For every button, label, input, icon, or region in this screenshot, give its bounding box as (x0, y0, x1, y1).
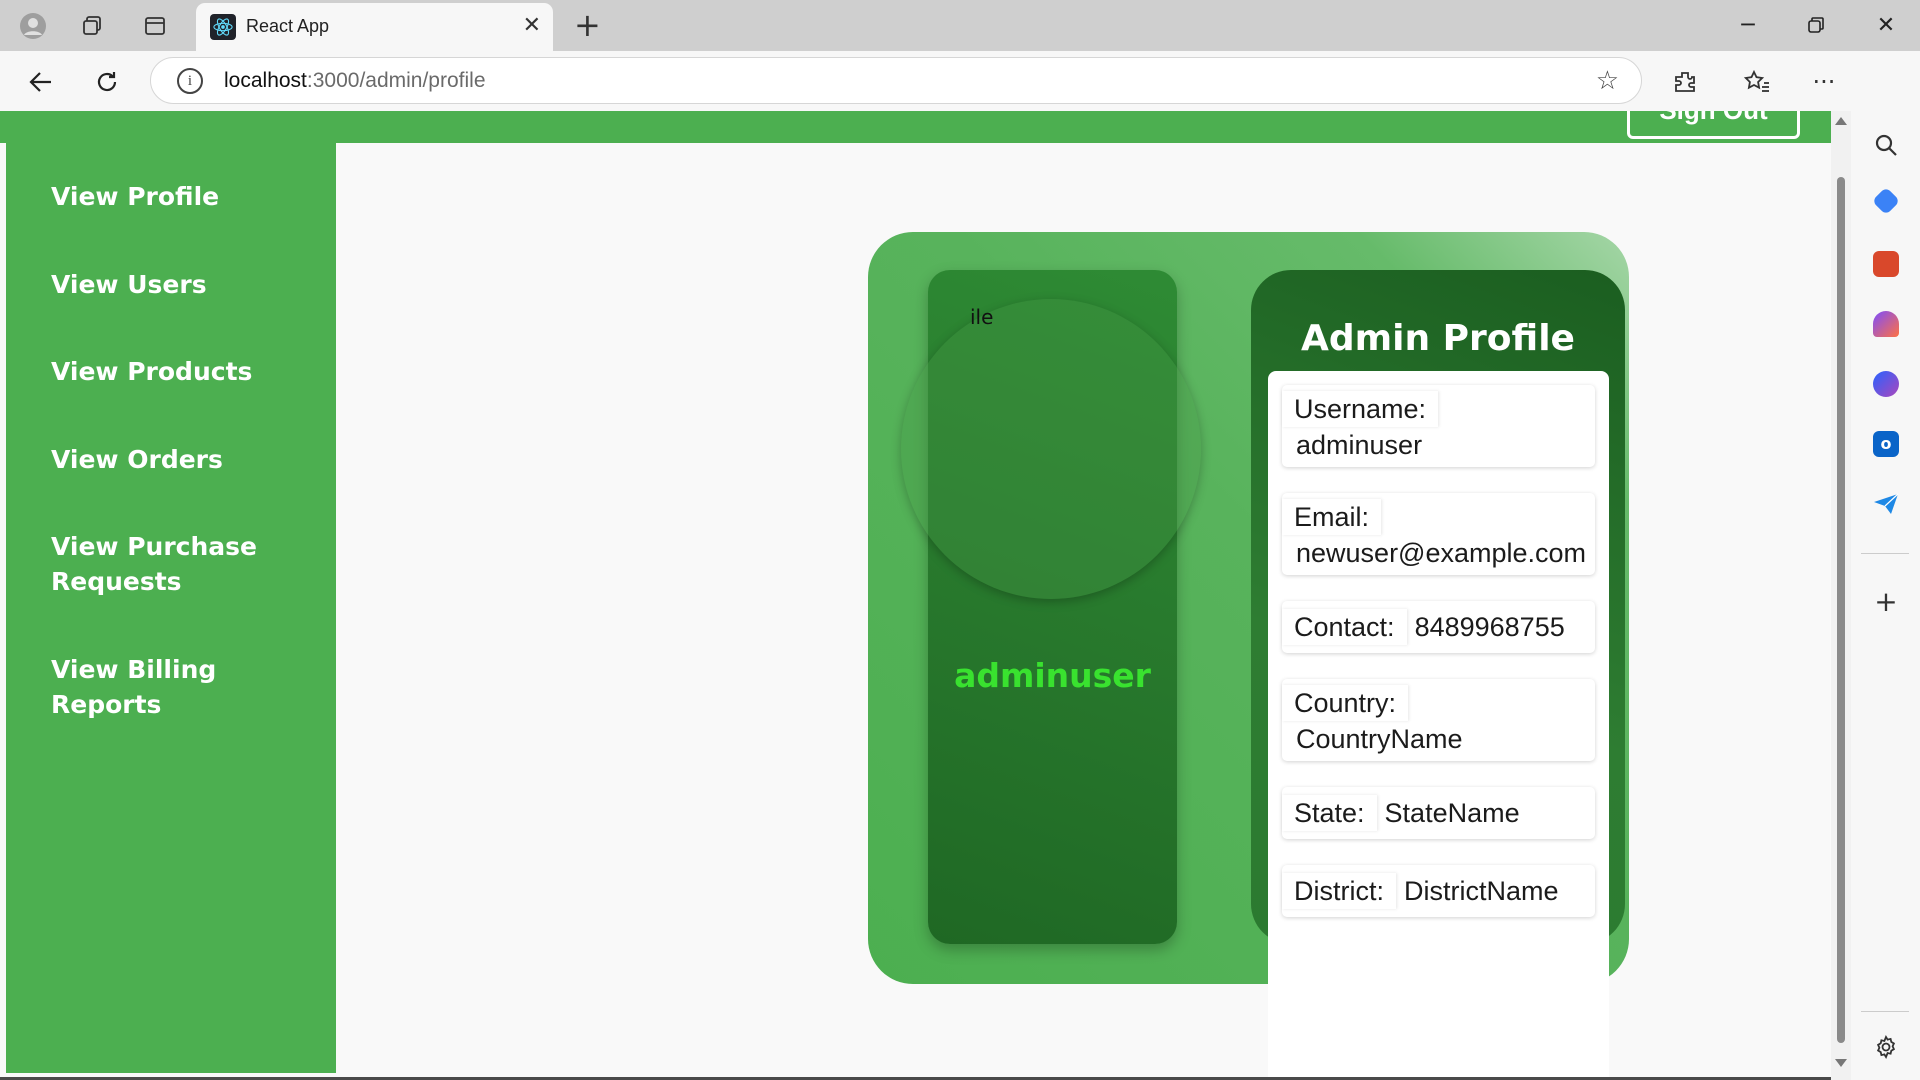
sidebar-item-view-products[interactable]: View Products (51, 354, 311, 389)
field-value: StateName (1384, 798, 1520, 828)
close-tab-icon[interactable]: ✕ (523, 15, 541, 37)
restore-icon[interactable] (1796, 9, 1836, 41)
close-window-icon[interactable]: ✕ (1866, 9, 1906, 41)
field-value: adminuser (1296, 430, 1423, 460)
address-bar[interactable]: i localhost:3000/admin/profile ☆ (150, 57, 1642, 104)
page-viewport: Sign Out View Profile View Users View Pr… (0, 111, 1831, 1080)
refresh-icon[interactable] (90, 65, 124, 99)
more-options-icon[interactable]: ··· (1807, 65, 1841, 99)
profile-summary-panel: ile adminuser (901, 270, 1201, 944)
tools-briefcase-icon[interactable] (1873, 251, 1899, 277)
field-email: Email: newuser@example.com (1282, 493, 1595, 575)
edge-sidebar-divider-bottom (1861, 1011, 1909, 1012)
shopping-tag-icon[interactable] (1871, 186, 1901, 216)
send-drop-icon[interactable] (1873, 491, 1899, 517)
field-label: Country: (1282, 685, 1408, 721)
sidebar-item-view-orders[interactable]: View Orders (51, 442, 311, 477)
field-label: State: (1282, 795, 1377, 831)
field-country: Country: CountryName (1282, 679, 1595, 761)
field-contact: Contact: 8489968755 (1282, 601, 1595, 653)
back-icon[interactable] (24, 65, 58, 99)
field-username: Username: adminuser (1282, 385, 1595, 467)
profile-fields-list: Username: adminuser Email: newuser@examp… (1268, 371, 1609, 1080)
field-label: Username: (1282, 391, 1438, 427)
sign-out-button[interactable]: Sign Out (1627, 111, 1800, 139)
sidebar-item-view-profile[interactable]: View Profile (51, 179, 311, 214)
page-scrollbar[interactable] (1831, 111, 1851, 1080)
outlook-icon[interactable]: o (1873, 431, 1899, 457)
react-logo-icon (210, 14, 236, 40)
profile-avatar-image (901, 299, 1201, 599)
tab-react-app[interactable]: React App ✕ (196, 3, 553, 51)
field-value: CountryName (1296, 724, 1463, 754)
browser-toolbar: i localhost:3000/admin/profile ☆ ··· (0, 51, 1920, 111)
sidebar-item-view-billing-reports[interactable]: View Billing Reports (51, 652, 231, 722)
field-label: District: (1282, 873, 1396, 909)
profile-display-name: adminuser (954, 656, 1151, 695)
search-icon[interactable] (1873, 132, 1899, 158)
favorites-icon[interactable] (1740, 65, 1774, 99)
sidebar-item-view-purchase-requests[interactable]: View Purchase Requests (51, 529, 261, 599)
field-value: newuser@example.com (1296, 538, 1587, 568)
profile-avatar-icon[interactable] (17, 10, 49, 42)
microsoft-365-icon[interactable] (1873, 371, 1899, 397)
avatar-alt-text: ile (970, 305, 994, 329)
field-district: District: DistrictName (1282, 865, 1595, 917)
field-state: State: StateName (1282, 787, 1595, 839)
field-value: 8489968755 (1414, 612, 1565, 642)
settings-gear-icon[interactable] (1873, 1034, 1899, 1060)
browser-tab-bar: React App ✕ + ─ ✕ (0, 0, 1920, 51)
add-icon[interactable]: + (1873, 588, 1899, 616)
profile-title: Admin Profile (1301, 318, 1575, 359)
scroll-down-arrow-icon[interactable] (1835, 1059, 1847, 1067)
extensions-icon[interactable] (1668, 65, 1702, 99)
field-label: Contact: (1282, 609, 1407, 645)
admin-sidebar: View Profile View Users View Products Vi… (6, 111, 336, 1073)
collections-icon[interactable] (76, 10, 108, 42)
edge-sidebar-divider (1861, 553, 1909, 554)
scroll-up-arrow-icon[interactable] (1835, 117, 1847, 125)
field-value: DistrictName (1404, 876, 1559, 906)
sidebar-item-view-users[interactable]: View Users (51, 267, 311, 302)
url-text[interactable]: localhost:3000/admin/profile (224, 69, 486, 93)
scrollbar-thumb[interactable] (1837, 177, 1845, 1043)
favorite-star-icon[interactable]: ☆ (1596, 66, 1619, 96)
tab-title: React App (246, 16, 330, 36)
games-icon[interactable] (1873, 311, 1899, 337)
minimize-icon[interactable]: ─ (1728, 9, 1768, 41)
tab-actions-icon[interactable] (139, 10, 171, 42)
new-tab-icon[interactable]: + (574, 9, 601, 41)
edge-sidebar: o + (1851, 51, 1920, 1080)
field-label: Email: (1282, 499, 1381, 535)
site-info-icon[interactable]: i (177, 68, 203, 94)
